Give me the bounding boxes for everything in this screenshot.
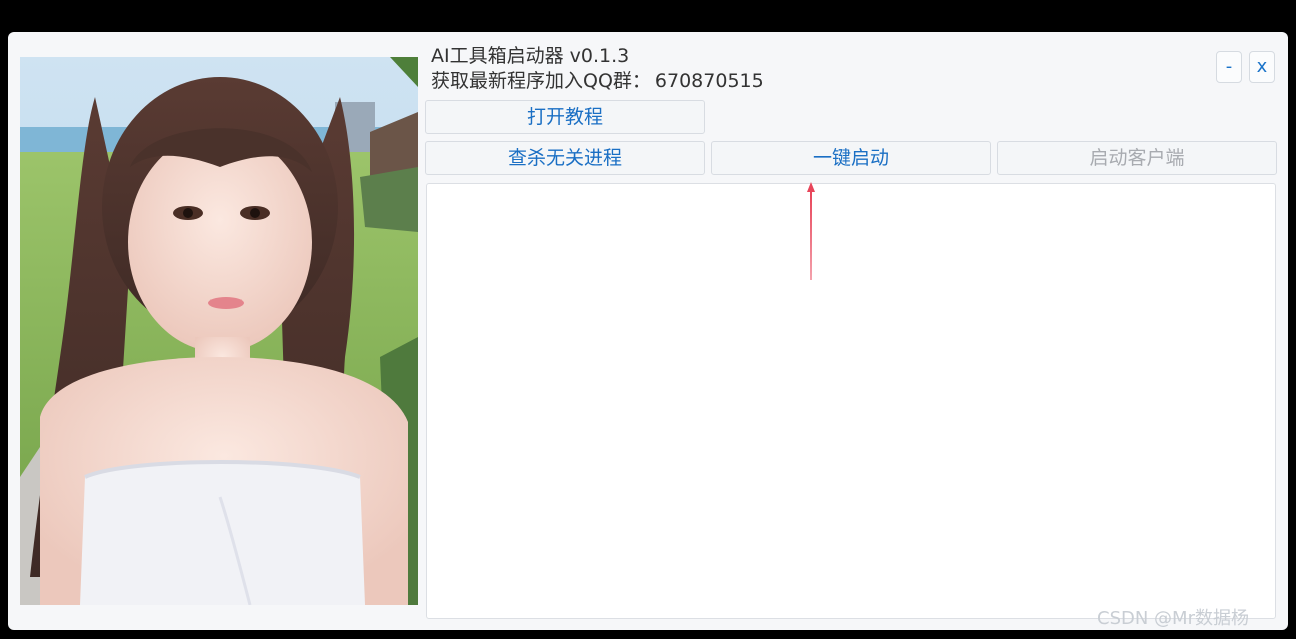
open-tutorial-button[interactable]: 打开教程 — [425, 100, 705, 134]
app-title: AI工具箱启动器 v0.1.3 — [431, 45, 630, 67]
banner-photo — [20, 57, 418, 605]
minimize-button[interactable]: - — [1216, 51, 1242, 83]
annotation-arrow-icon — [807, 182, 815, 280]
qq-group-info: 获取最新程序加入QQ群： 670870515 — [431, 69, 764, 93]
portrait-illustration — [20, 57, 418, 605]
qq-group-number: 670870515 — [654, 70, 764, 92]
kill-processes-button[interactable]: 查杀无关进程 — [425, 141, 705, 175]
launcher-window: AI工具箱启动器 v0.1.3 获取最新程序加入QQ群： 670870515 - … — [8, 32, 1288, 630]
launch-client-button: 启动客户端 — [997, 141, 1277, 175]
log-output-panel[interactable] — [426, 183, 1276, 619]
close-button[interactable]: x — [1249, 51, 1275, 83]
csdn-watermark: CSDN @Mr数据杨 — [1097, 608, 1249, 629]
qq-group-label: 获取最新程序加入QQ群： — [431, 70, 651, 92]
one-click-launch-button[interactable]: 一键启动 — [711, 141, 991, 175]
